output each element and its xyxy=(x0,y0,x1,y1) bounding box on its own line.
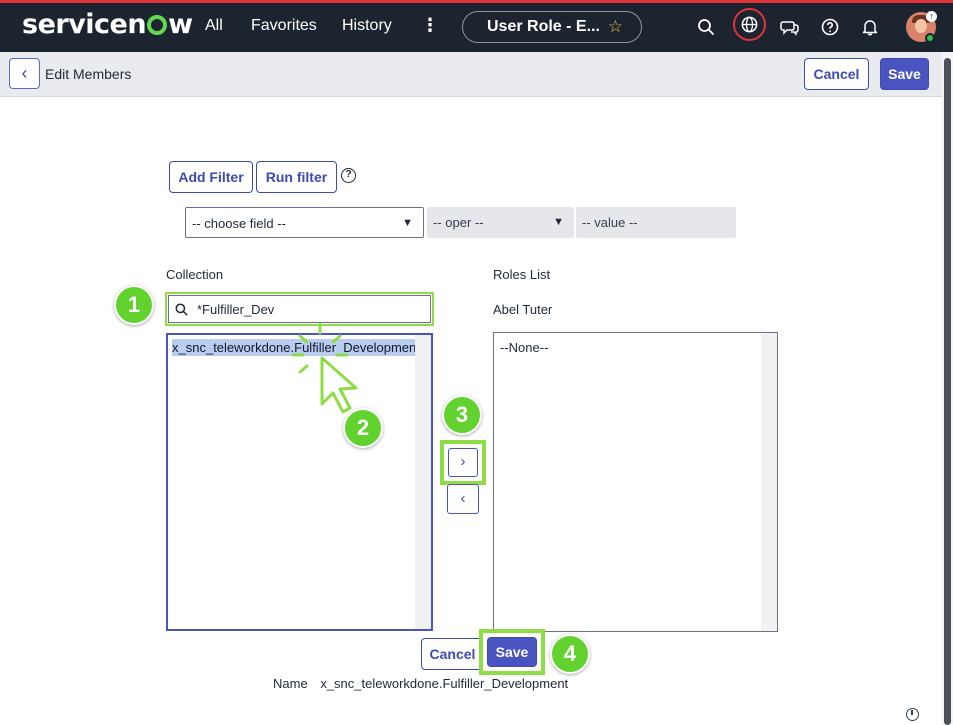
context-title-pill[interactable]: User Role - E... ☆ xyxy=(462,11,642,43)
nav-history[interactable]: History xyxy=(342,17,392,35)
presence-online-badge xyxy=(925,33,935,43)
page-scrollbar-thumb[interactable] xyxy=(944,58,951,725)
roles-list-label: Roles List xyxy=(493,267,551,282)
chevron-down-icon: ▼ xyxy=(553,216,564,228)
footer-save-button[interactable]: Save xyxy=(487,637,537,667)
favorite-star-icon[interactable]: ☆ xyxy=(608,17,623,37)
search-icon xyxy=(175,303,188,316)
footer-cancel-button[interactable]: Cancel xyxy=(421,638,484,670)
add-filter-button[interactable]: Add Filter xyxy=(169,161,253,193)
roles-user-name: Abel Tuter xyxy=(493,302,553,317)
back-button[interactable]: ‹ xyxy=(9,58,40,89)
chevron-down-icon: ▼ xyxy=(402,217,413,229)
click-cursor-icon xyxy=(291,322,358,414)
value-field[interactable]: -- value -- xyxy=(576,207,736,238)
roles-listbox[interactable]: --None-- xyxy=(493,332,778,632)
context-title: User Role - E... xyxy=(487,18,600,35)
servicenow-logo[interactable]: servicen w xyxy=(22,9,193,40)
run-filter-button[interactable]: Run filter xyxy=(256,161,337,193)
globe-icon xyxy=(741,16,758,33)
top-navigation-bar: servicen w All Favorites History ⋮ User R… xyxy=(0,3,953,52)
remove-from-roles-button[interactable]: ‹ xyxy=(447,484,479,514)
name-value: x_snc_teleworkdone.Fulfiller_Development xyxy=(320,676,569,691)
name-field-row: Name x_snc_teleworkdone.Fulfiller_Develo… xyxy=(273,676,568,691)
choose-field-value: -- choose field -- xyxy=(192,216,286,231)
name-label: Name xyxy=(273,676,308,691)
collection-label: Collection xyxy=(166,267,224,282)
page-title: Edit Members xyxy=(45,66,132,82)
filter-help-icon[interactable]: ? xyxy=(341,168,356,183)
help-icon[interactable] xyxy=(820,17,840,37)
roles-scrollbar[interactable] xyxy=(761,333,777,631)
step-badge-1: 1 xyxy=(114,285,154,325)
nav-all[interactable]: All xyxy=(205,17,223,35)
avatar-face xyxy=(915,19,927,33)
logo-o-ring xyxy=(147,15,168,35)
step-badge-3: 3 xyxy=(442,395,482,435)
collection-search-input[interactable]: *Fulfiller_Dev xyxy=(165,292,434,326)
collection-scrollbar[interactable] xyxy=(415,335,431,629)
header-save-button[interactable]: Save xyxy=(880,58,929,90)
footer-save-highlight: Save xyxy=(479,629,545,675)
choose-field-select[interactable]: -- choose field -- ▼ xyxy=(185,207,424,238)
nav-favorites[interactable]: Favorites xyxy=(251,17,317,35)
chat-icon[interactable] xyxy=(780,17,800,37)
list-item[interactable]: --None-- xyxy=(500,340,548,355)
form-header: ‹ Edit Members Cancel Save xyxy=(0,52,953,97)
add-to-roles-button[interactable]: › xyxy=(448,448,478,477)
timer-icon xyxy=(906,708,919,721)
operator-value: -- oper -- xyxy=(433,215,484,230)
search-icon[interactable] xyxy=(696,17,716,37)
operator-select[interactable]: -- oper -- ▼ xyxy=(427,207,574,238)
impersonate-badge-icon: ↑ xyxy=(926,11,937,22)
bell-icon[interactable] xyxy=(860,17,880,37)
language-selector[interactable] xyxy=(733,8,766,41)
header-cancel-button[interactable]: Cancel xyxy=(804,58,869,90)
step-badge-4: 4 xyxy=(550,634,590,674)
add-to-roles-highlight: › xyxy=(440,440,486,485)
step-badge-2: 2 xyxy=(343,408,383,448)
more-menu-icon[interactable]: ⋮ xyxy=(421,15,439,36)
collection-search-value: *Fulfiller_Dev xyxy=(197,302,275,317)
